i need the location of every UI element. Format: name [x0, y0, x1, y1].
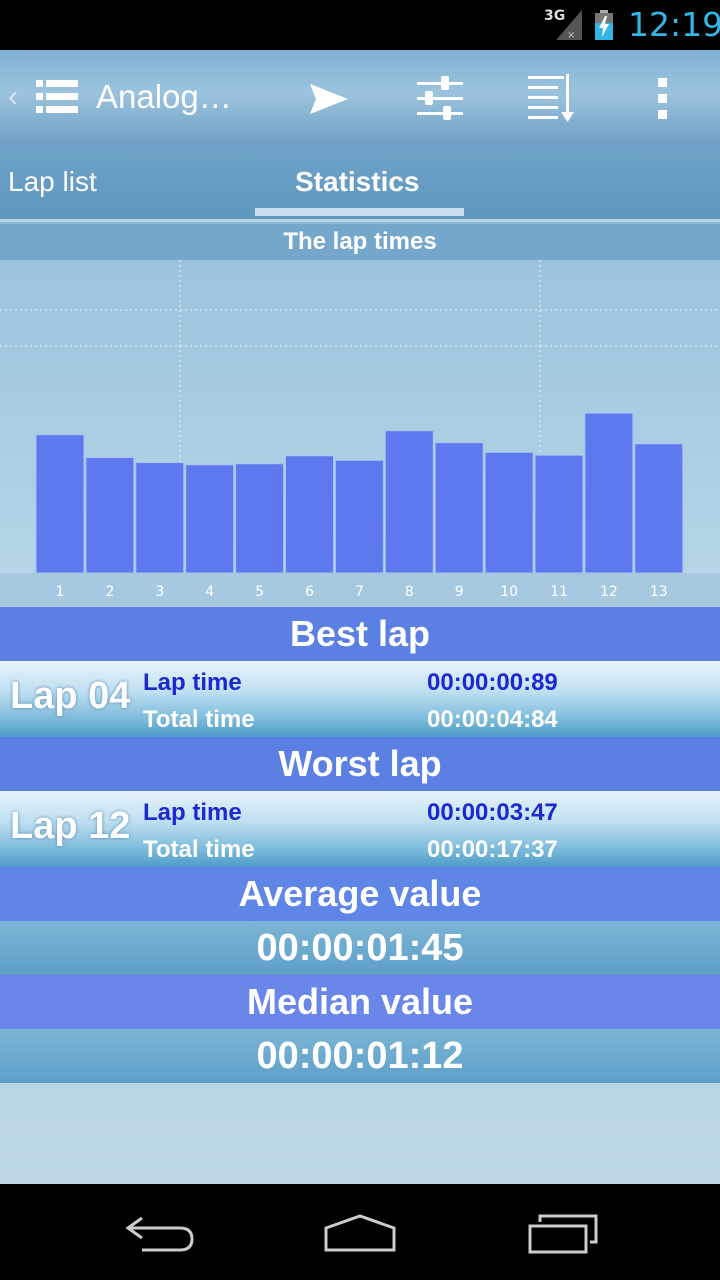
app-title: Analog… [96, 78, 232, 115]
back-icon[interactable] [120, 1210, 200, 1254]
median-header: Median value [0, 975, 720, 1029]
average-value: 00:00:01:45 [0, 921, 720, 975]
x-tick-label-4: 4 [205, 584, 214, 600]
bar-lap-3 [135, 462, 185, 573]
best-lap-total-value: 00:00:04:84 [427, 706, 558, 733]
worst-lap-time-label: Lap time [143, 799, 242, 826]
x-tick-label-10: 10 [500, 584, 518, 600]
best-lap-name: Lap 04 [10, 675, 131, 717]
x-tick-label-1: 1 [56, 584, 65, 600]
median-value: 00:00:01:12 [0, 1029, 720, 1083]
svg-text:×: × [567, 30, 575, 40]
bar-lap-9 [434, 442, 484, 573]
x-tick-label-3: 3 [155, 584, 164, 600]
tab-statistics[interactable]: Statistics [295, 166, 420, 198]
bar-chart [0, 260, 720, 573]
sliders-icon[interactable] [413, 72, 467, 126]
clock: 12:19 [628, 5, 720, 44]
best-lap-total-label: Total time [143, 706, 255, 733]
best-lap-time-label: Lap time [143, 669, 242, 696]
bar-lap-6 [285, 455, 334, 573]
x-tick-label-7: 7 [355, 584, 364, 600]
tab-lap-list[interactable]: Lap list [8, 166, 97, 198]
bar-lap-5 [235, 463, 285, 573]
bar-lap-8 [384, 430, 434, 573]
navigation-bar [0, 1184, 720, 1280]
battery-charging-icon [595, 10, 613, 40]
app-screen: ‹ Analog… Lap list Statistics The lap ti… [0, 50, 720, 1184]
bar-lap-2 [85, 456, 135, 573]
worst-lap-header: Worst lap [0, 737, 720, 791]
chart-plot [0, 260, 720, 573]
x-tick-label-2: 2 [105, 584, 114, 600]
x-axis-labels: 1 2 3 4 5 6 7 8 9 10 11 12 13 [56, 584, 668, 600]
app-list-icon[interactable] [36, 78, 78, 116]
worst-lap-name: Lap 12 [10, 805, 131, 847]
x-tick-label-13: 13 [650, 584, 668, 600]
bar-lap-10 [484, 451, 534, 573]
worst-lap-time-value: 00:00:03:47 [427, 799, 558, 826]
tab-selected-indicator [255, 208, 464, 216]
bar-lap-12 [584, 412, 634, 573]
signal-icon: × [556, 10, 582, 40]
bar-lap-13 [634, 443, 684, 573]
x-tick-label-8: 8 [405, 584, 414, 600]
send-icon[interactable] [302, 72, 356, 126]
worst-lap-row[interactable]: Lap 12 Lap time 00:00:03:47 Total time 0… [0, 791, 720, 867]
home-icon[interactable] [320, 1210, 400, 1254]
x-tick-label-9: 9 [455, 584, 464, 600]
bar-lap-1 [35, 434, 85, 573]
best-lap-header: Best lap [0, 607, 720, 661]
bar-lap-7 [334, 459, 384, 573]
chart-title: The lap times [0, 224, 720, 260]
action-bar: ‹ Analog… [0, 50, 720, 146]
up-caret-icon[interactable]: ‹ [8, 80, 18, 114]
bar-lap-4 [185, 464, 235, 573]
status-bar: 3G × 12:19 [0, 0, 720, 50]
x-axis: 1 2 3 4 5 6 7 8 9 10 11 12 13 [0, 573, 720, 607]
x-tick-label-11: 11 [550, 584, 568, 600]
average-header: Average value [0, 867, 720, 921]
x-tick-label-5: 5 [255, 584, 264, 600]
best-lap-time-value: 00:00:00:89 [427, 669, 558, 696]
best-lap-row[interactable]: Lap 04 Lap time 00:00:00:89 Total time 0… [0, 661, 720, 737]
bar-lap-11 [534, 454, 584, 573]
x-tick-label-6: 6 [305, 584, 314, 600]
worst-lap-total-value: 00:00:17:37 [427, 836, 558, 863]
recents-icon[interactable] [522, 1210, 602, 1254]
x-tick-label-12: 12 [600, 584, 618, 600]
tab-bar: Lap list Statistics [0, 146, 720, 222]
worst-lap-total-label: Total time [143, 836, 255, 863]
overflow-menu-icon[interactable] [636, 72, 690, 126]
sort-down-icon[interactable] [524, 72, 578, 126]
